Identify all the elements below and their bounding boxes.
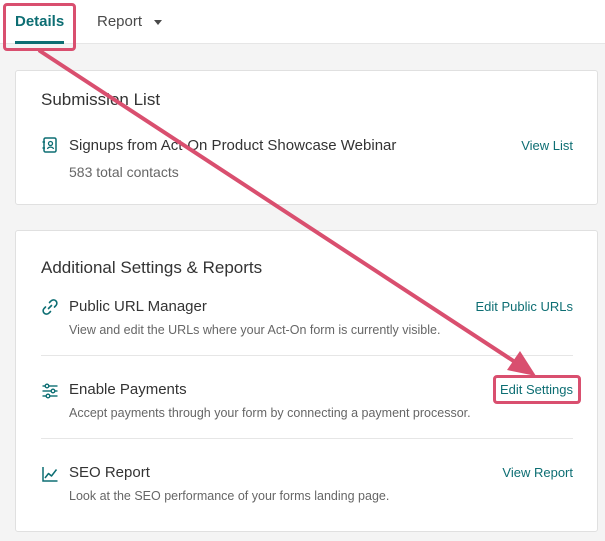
active-tab-underline (15, 41, 65, 44)
submission-list-card: Submission List Signups from Act-On Prod… (15, 70, 598, 205)
tab-details-label: Details (15, 13, 65, 30)
additional-settings-card: Additional Settings & Reports Public URL… (15, 230, 598, 532)
divider (41, 355, 573, 356)
tab-report[interactable]: Report (97, 0, 163, 44)
view-list-link[interactable]: View List (521, 138, 573, 153)
view-report-link[interactable]: View Report (502, 465, 573, 480)
public-url-manager-title: Public URL Manager (69, 298, 207, 315)
contact-book-icon (42, 137, 57, 153)
enable-payments-desc: Accept payments through your form by con… (69, 406, 471, 420)
edit-settings-link[interactable]: Edit Settings (500, 382, 573, 397)
edit-public-urls-link[interactable]: Edit Public URLs (475, 299, 573, 314)
additional-settings-title: Additional Settings & Reports (41, 258, 263, 277)
public-url-manager-desc: View and edit the URLs where your Act-On… (69, 323, 441, 337)
submission-list-title: Submission List (41, 90, 161, 109)
tab-details[interactable]: Details (15, 0, 65, 44)
divider (41, 438, 573, 439)
link-icon (42, 299, 58, 315)
tab-report-label: Report (97, 13, 143, 30)
sliders-icon (42, 383, 58, 399)
submission-list-name: Signups from Act-On Product Showcase Web… (69, 137, 397, 154)
seo-report-desc: Look at the SEO performance of your form… (69, 489, 390, 503)
line-chart-icon (42, 467, 58, 482)
seo-report-title: SEO Report (69, 464, 150, 481)
tab-bar: Details Report (0, 0, 605, 44)
contact-count: 583 total contacts (69, 164, 179, 180)
caret-down-icon (154, 19, 163, 25)
enable-payments-title: Enable Payments (69, 381, 187, 398)
